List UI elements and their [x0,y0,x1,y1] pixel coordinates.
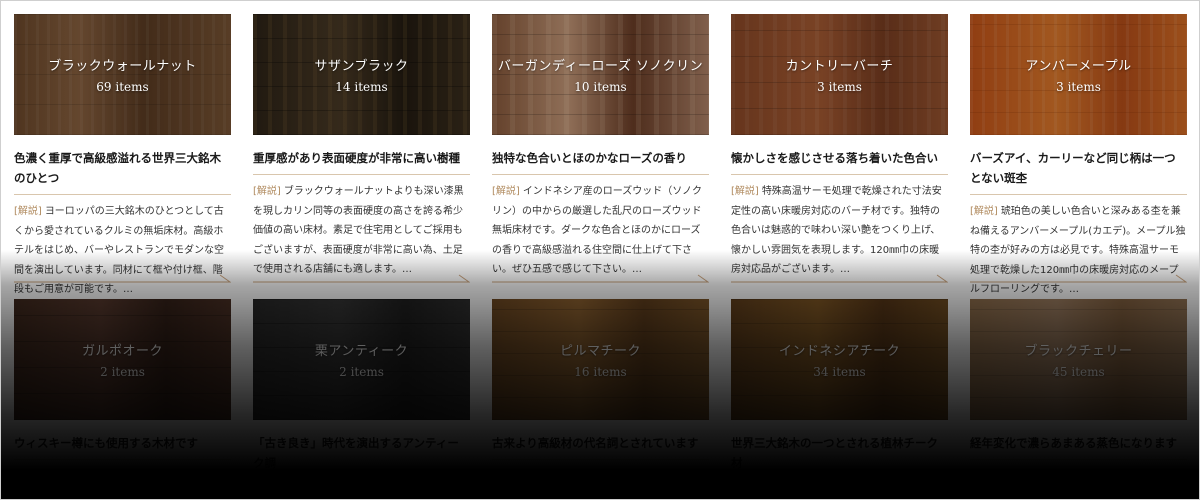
item-count: 2 items [100,365,145,379]
product-thumbnail[interactable]: 栗アンティーク 2 items [253,299,470,420]
product-thumbnail[interactable]: アンバーメープル 3 items [970,14,1187,135]
product-name: 栗アンティーク [314,344,409,359]
product-headline[interactable]: 「古き良き」時代を演出するアンティーク調 [253,433,470,480]
product-name: インドネシアチーク [778,344,901,359]
product-description: [解説] ブラックウォールナットよりも深い漆黒を現しカリン同等の表面硬度の高さを誇… [253,182,470,280]
item-count: 14 items [335,80,388,94]
product-description: [解説] ヨーロッパの三大銘木のひとつとして古くから愛されているクルミの無垢床材。… [14,202,231,300]
product-headline[interactable]: 色濃く重厚で高級感溢れる世界三大銘木のひとつ [14,148,231,195]
thumbnail-overlay [14,299,231,420]
commentary-tag: [解説] [970,206,998,217]
product-card[interactable]: ブラックウォールナット 69 items 色濃く重厚で高級感溢れる世界三大銘木の… [14,14,231,299]
product-headline[interactable]: 独特な色合いとほのかなローズの香り [492,148,709,175]
commentary-tag: [解説] [492,186,520,197]
thumbnail-overlay [253,299,470,420]
product-card[interactable]: カントリーバーチ 3 items 懐かしさを感じさせる落ち着いた色合い [解説]… [731,14,948,299]
product-headline[interactable]: 古来より高級材の代名詞とされています [492,433,709,460]
item-count: 3 items [817,80,862,94]
item-count: 2 items [339,365,384,379]
item-count: 34 items [813,365,866,379]
arrow-right-icon[interactable] [14,272,231,284]
product-headline[interactable]: 懐かしさを感じさせる落ち着いた色合い [731,148,948,175]
product-name: サザンブラック [314,59,409,74]
description-text: インドネシア産のローズウッド（ソノクリン）の中からの厳選した乱尺のローズウッド無… [492,186,703,275]
product-name: カントリーバーチ [785,59,894,74]
product-thumbnail[interactable]: インドネシアチーク 34 items [731,299,948,420]
product-thumbnail[interactable]: サザンブラック 14 items [253,14,470,135]
thumbnail-overlay [14,14,231,135]
arrow-right-icon[interactable] [731,272,948,284]
product-name: ガルポオーク [81,344,163,359]
product-name: バーガンディーローズ ソノクリン [497,59,704,74]
product-name: ブラックウォールナット [48,59,197,74]
product-card[interactable]: インドネシアチーク 34 items 世界三大銘木の一つとされる植林チーク材 [731,299,948,499]
description-text: 特殊高温サーモ処理で乾燥された寸法安定性の高い床暖房対応のバーチ材です。独特の色… [731,186,942,275]
product-thumbnail[interactable]: ブラックウォールナット 69 items [14,14,231,135]
commentary-tag: [解説] [14,206,42,217]
thumbnail-overlay [253,14,470,135]
item-count: 45 items [1052,365,1105,379]
product-headline[interactable]: 経年変化で濃らあまある蒸色になります [970,433,1187,460]
product-headline[interactable]: 世界三大銘木の一つとされる植林チーク材 [731,433,948,480]
thumbnail-overlay [731,14,948,135]
product-thumbnail[interactable]: ブラックチェリー 45 items [970,299,1187,420]
item-count: 3 items [1056,80,1101,94]
item-count: 69 items [96,80,149,94]
thumbnail-overlay [970,299,1187,420]
product-thumbnail[interactable]: バーガンディーローズ ソノクリン 10 items [492,14,709,135]
arrow-right-icon[interactable] [970,272,1187,284]
thumbnail-overlay [492,299,709,420]
product-headline[interactable]: 重厚感があり表面硬度が非常に高い樹種 [253,148,470,175]
product-card[interactable]: ガルポオーク 2 items ウィスキー樽にも使用する木材です [14,299,231,499]
product-card[interactable]: アンバーメープル 3 items バーズアイ、カーリーなど同じ柄は一つとない斑杢… [970,14,1187,299]
product-thumbnail[interactable]: ガルポオーク 2 items [14,299,231,420]
thumbnail-overlay [731,299,948,420]
product-card[interactable]: ピルマチーク 16 items 古来より高級材の代名詞とされています [492,299,709,499]
thumbnail-overlay [970,14,1187,135]
product-headline[interactable]: バーズアイ、カーリーなど同じ柄は一つとない斑杢 [970,148,1187,195]
product-description: [解説] インドネシア産のローズウッド（ソノクリン）の中からの厳選した乱尺のローズ… [492,182,709,280]
product-name: アンバーメープル [1025,59,1132,74]
item-count: 10 items [574,80,627,94]
product-description: [解説] 特殊高温サーモ処理で乾燥された寸法安定性の高い床暖房対応のバーチ材です。… [731,182,948,280]
item-count: 16 items [574,365,627,379]
commentary-tag: [解説] [731,186,759,197]
product-card[interactable]: バーガンディーローズ ソノクリン 10 items 独特な色合いとほのかなローズ… [492,14,709,299]
product-grid: ブラックウォールナット 69 items 色濃く重厚で高級感溢れる世界三大銘木の… [14,14,1190,499]
product-thumbnail[interactable]: ピルマチーク 16 items [492,299,709,420]
product-card[interactable]: 栗アンティーク 2 items 「古き良き」時代を演出するアンティーク調 [253,299,470,499]
product-name: ブラックチェリー [1024,344,1133,359]
product-headline[interactable]: ウィスキー樽にも使用する木材です [14,433,231,460]
description-text: ブラックウォールナットよりも深い漆黒を現しカリン同等の表面硬度の高さを誇る希少価… [253,186,464,275]
product-card[interactable]: サザンブラック 14 items 重厚感があり表面硬度が非常に高い樹種 [解説]… [253,14,470,299]
commentary-tag: [解説] [253,186,281,197]
product-card[interactable]: ブラックチェリー 45 items 経年変化で濃らあまある蒸色になります [970,299,1187,499]
product-thumbnail[interactable]: カントリーバーチ 3 items [731,14,948,135]
product-name: ピルマチーク [559,344,641,359]
arrow-right-icon[interactable] [492,272,709,284]
product-description: [解説] 琥珀色の美しい色合いと深みある杢を兼ね備えるアンバーメープル(カエデ)。… [970,202,1187,300]
thumbnail-overlay [492,14,709,135]
arrow-right-icon[interactable] [253,272,470,284]
